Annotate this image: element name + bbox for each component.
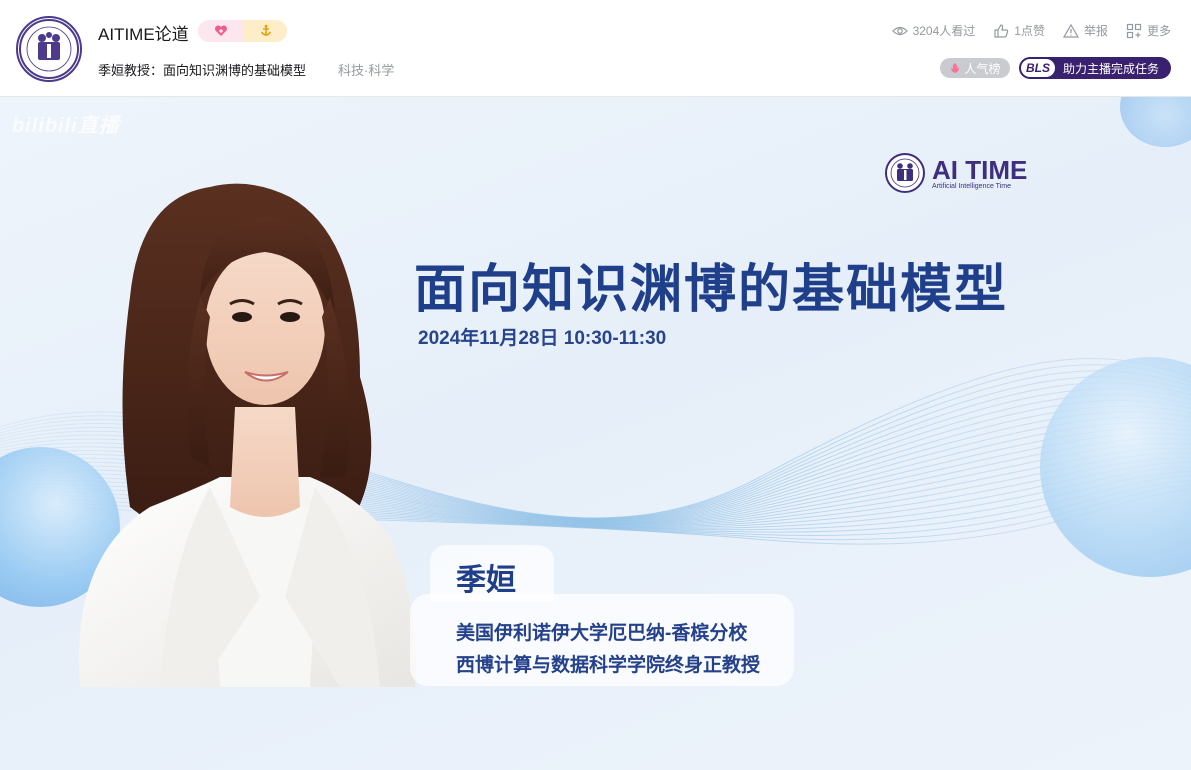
speaker-affiliation-1: 美国伊利诺伊大学厄巴纳-香槟分校 bbox=[456, 623, 748, 644]
speaker-portrait bbox=[78, 183, 416, 687]
speaker-name: 季姮 bbox=[456, 564, 516, 597]
aitime-logo-icon bbox=[885, 153, 925, 193]
rank-label: 人气榜 bbox=[964, 61, 1001, 76]
flame-icon bbox=[951, 63, 960, 73]
anchor-badge-icon bbox=[244, 20, 287, 42]
lecture-datetime: 2024年11月28日 10:30-11:30 bbox=[418, 328, 667, 349]
aitime-brand: AI TIME Artificial Intelligence Time bbox=[884, 152, 1027, 194]
more-button[interactable]: 更多 bbox=[1126, 22, 1171, 39]
bls-tag: BLS bbox=[1021, 59, 1055, 77]
like-button[interactable]: 1点赞 bbox=[993, 22, 1045, 39]
heart-badge-icon bbox=[198, 20, 244, 42]
room-title: 季姮教授：面向知识渊博的基础模型 bbox=[98, 63, 307, 78]
bilibili-live-watermark: bilibili直播 bbox=[12, 115, 120, 137]
aitime-logo-icon bbox=[19, 19, 79, 79]
report-button[interactable]: 举报 bbox=[1062, 22, 1108, 39]
thumb-up-icon bbox=[994, 23, 1009, 38]
room-area-tag[interactable]: 科技·科学 bbox=[338, 60, 394, 79]
header-actions: 3204人看过 1点赞 举报 更多 bbox=[891, 22, 1171, 39]
speaker-affiliation-2: 西博计算与数据科学学院终身正教授 bbox=[456, 655, 761, 676]
view-count: 3204人看过 bbox=[891, 22, 976, 39]
anchor-badges[interactable] bbox=[198, 20, 287, 42]
more-label: 更多 bbox=[1146, 24, 1171, 38]
report-label: 举报 bbox=[1083, 24, 1108, 38]
popularity-rank-button[interactable]: 人气榜 bbox=[940, 58, 1010, 78]
lecture-title: 面向知识渊博的基础模型 bbox=[414, 260, 1009, 320]
bls-task-button[interactable]: BLS 助力主播完成任务 bbox=[1019, 57, 1171, 79]
warning-icon bbox=[1062, 23, 1079, 38]
live-video-player[interactable]: bilibili直播 AI TIME Artificial Intelligen… bbox=[0, 97, 1191, 770]
anchor-avatar[interactable] bbox=[16, 16, 82, 82]
eye-icon bbox=[891, 26, 908, 35]
bls-label: 助力主播完成任务 bbox=[1063, 61, 1160, 76]
like-label: 1点赞 bbox=[1014, 24, 1045, 38]
view-count-label: 3204人看过 bbox=[912, 24, 976, 38]
anchor-name[interactable]: AITIME论道 bbox=[98, 20, 189, 45]
room-header: AITIME论道 季姮教授：面向知识渊博的基础模型 科技·科学 3204人看过 … bbox=[0, 0, 1191, 97]
more-icon bbox=[1126, 23, 1142, 38]
brand-name: AI TIME bbox=[932, 154, 1028, 185]
